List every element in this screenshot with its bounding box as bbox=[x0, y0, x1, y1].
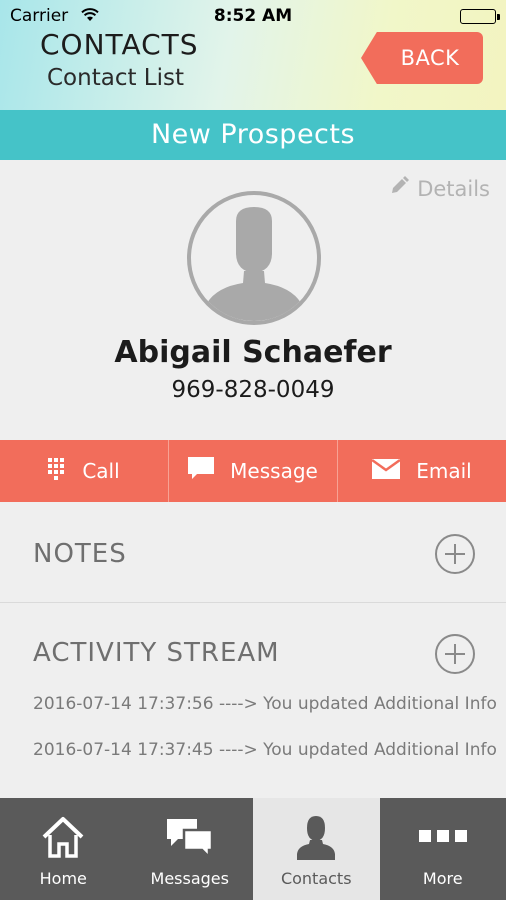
call-label: Call bbox=[82, 459, 120, 483]
tab-home-label: Home bbox=[39, 869, 87, 888]
notes-label: NOTES bbox=[33, 539, 127, 569]
app-header: Carrier 8:52 AM CONTACTS Contact List BA… bbox=[0, 0, 506, 110]
page-title: CONTACTS bbox=[40, 28, 199, 61]
add-activity-button[interactable] bbox=[435, 634, 475, 674]
tab-contacts-label: Contacts bbox=[280, 869, 352, 888]
activity-item: 2016-07-14 17:37:56 ----> You updated Ad… bbox=[33, 694, 497, 714]
activity-item: 2016-07-14 17:37:45 ----> You updated Ad… bbox=[33, 740, 497, 760]
activity-stream-section: ACTIVITY STREAM 2016-07-14 17:37:56 ----… bbox=[0, 604, 506, 798]
status-time: 8:52 AM bbox=[213, 6, 293, 26]
add-note-button[interactable] bbox=[435, 534, 475, 574]
battery-icon bbox=[460, 9, 500, 24]
person-icon bbox=[253, 814, 380, 860]
contact-action-bar: Call Message Email bbox=[0, 440, 506, 502]
contact-phone[interactable]: 969-828-0049 bbox=[0, 377, 506, 403]
activity-stream-label: ACTIVITY STREAM bbox=[33, 638, 280, 668]
message-button[interactable]: Message bbox=[169, 440, 338, 502]
email-label: Email bbox=[416, 459, 472, 483]
keypad-icon bbox=[48, 457, 66, 485]
home-icon bbox=[0, 814, 127, 860]
tab-messages[interactable]: Messages bbox=[127, 798, 254, 900]
tab-home[interactable]: Home bbox=[0, 798, 127, 900]
tab-more[interactable]: More bbox=[380, 798, 506, 900]
section-title: New Prospects bbox=[0, 110, 506, 160]
tab-contacts[interactable]: Contacts bbox=[253, 798, 380, 900]
call-button[interactable]: Call bbox=[0, 440, 169, 502]
back-button[interactable]: BACK bbox=[361, 32, 483, 84]
page-subtitle: Contact List bbox=[47, 65, 185, 91]
pencil-icon bbox=[389, 176, 410, 201]
chat-bubbles-icon bbox=[127, 814, 254, 860]
more-dots-icon bbox=[380, 814, 506, 860]
contact-name: Abigail Schaefer bbox=[114, 335, 392, 370]
envelope-icon bbox=[371, 458, 401, 484]
email-button[interactable]: Email bbox=[338, 440, 506, 502]
avatar bbox=[187, 191, 321, 325]
details-link[interactable]: Details bbox=[389, 176, 490, 201]
message-icon bbox=[188, 456, 215, 486]
details-label: Details bbox=[417, 176, 490, 201]
person-silhouette-icon bbox=[207, 207, 301, 321]
message-label: Message bbox=[230, 459, 318, 483]
bottom-tab-bar: Home Messages Contacts More bbox=[0, 798, 506, 900]
notes-section: NOTES bbox=[0, 503, 506, 603]
tab-messages-label: Messages bbox=[150, 869, 229, 888]
tab-more-label: More bbox=[422, 869, 463, 888]
